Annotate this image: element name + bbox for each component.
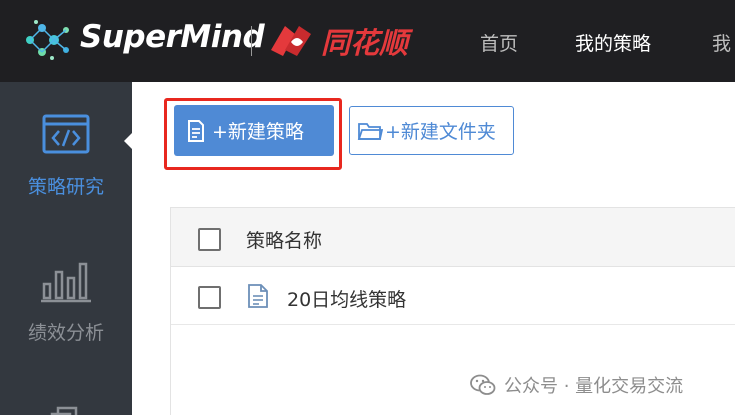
watermark: 公众号 · 量化交易交流 (470, 372, 683, 398)
nav-home[interactable]: 首页 (480, 29, 518, 56)
new-strategy-button[interactable]: +新建策略 (174, 105, 334, 156)
code-window-icon (42, 114, 90, 154)
sidebar-item-partial[interactable] (0, 400, 132, 415)
sidebar-item-label: 策略研究 (27, 176, 104, 198)
top-bar: SuperMind 同花顺 首页 我的策略 我 (0, 0, 735, 82)
folder-icon (357, 122, 383, 140)
table-header: 策略名称 (171, 208, 735, 267)
partner-name: 同花顺 (321, 26, 409, 60)
bar-chart-icon (41, 262, 91, 303)
tonghuashun-cards-icon (271, 26, 311, 56)
sidebar-item-label: 绩效分析 (27, 322, 104, 344)
column-header-strategy-name: 策略名称 (246, 230, 323, 252)
brand-divider (251, 26, 252, 56)
new-strategy-label: +新建策略 (212, 121, 304, 143)
table-row[interactable]: 20日均线策略 (171, 267, 735, 325)
document-icon (188, 119, 204, 142)
sidebar: 策略研究 绩效分析 (0, 82, 132, 415)
row-checkbox[interactable] (198, 286, 221, 309)
sidebar-active-pointer (124, 133, 132, 149)
nav-my-strategies[interactable]: 我的策略 (575, 29, 651, 56)
supermind-logo-icon (26, 20, 69, 60)
select-all-checkbox[interactable] (198, 228, 221, 251)
brand-name: SuperMind (80, 19, 265, 55)
nav-my[interactable]: 我 (712, 29, 731, 56)
watermark-text: 公众号 · 量化交易交流 (504, 376, 684, 397)
new-folder-button[interactable]: +新建文件夹 (349, 106, 514, 155)
file-icon (248, 284, 268, 308)
wechat-icon (470, 374, 496, 395)
sidebar-item-performance-analysis[interactable]: 绩效分析 (0, 250, 132, 344)
stack-icon (50, 406, 78, 415)
new-folder-label: +新建文件夹 (385, 121, 496, 143)
strategy-name-link[interactable]: 20日均线策略 (287, 285, 406, 312)
sidebar-item-strategy-research[interactable]: 策略研究 (0, 110, 132, 200)
